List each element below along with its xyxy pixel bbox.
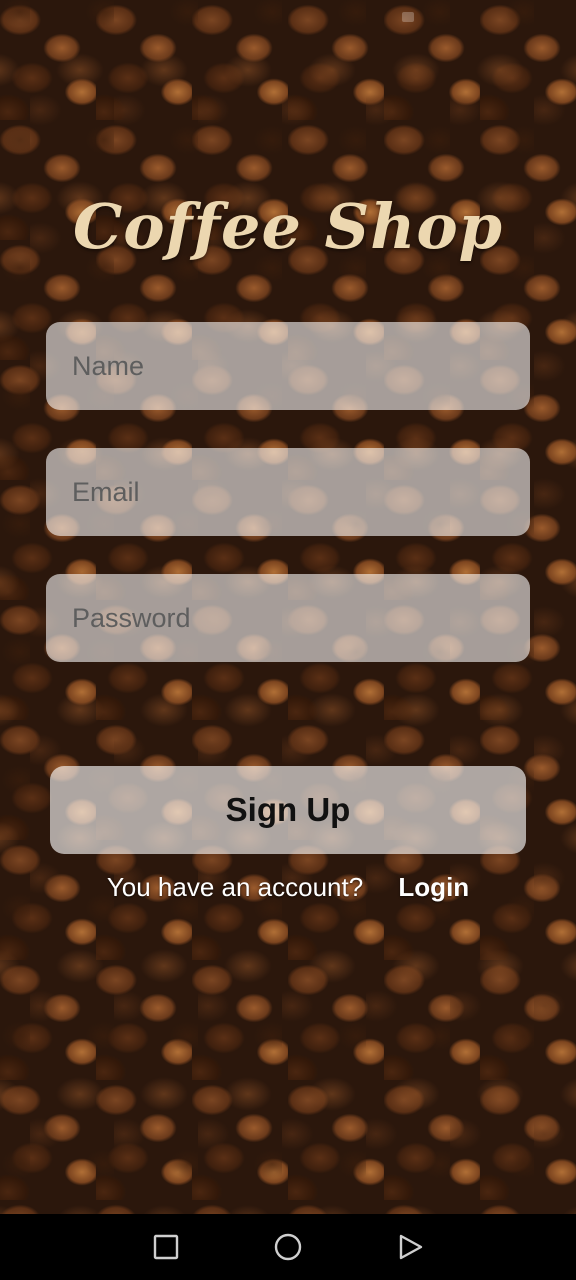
password-input[interactable] [46,574,530,662]
back-icon[interactable] [398,1234,424,1260]
name-input[interactable] [46,322,530,410]
home-icon[interactable] [274,1233,302,1261]
login-link[interactable]: Login [398,872,469,902]
login-question-text: You have an account? [106,872,364,902]
login-prompt: You have an account? Login [0,872,576,903]
system-navigation-bar [0,1214,576,1280]
recent-apps-icon[interactable] [153,1234,179,1260]
notification-icon [402,12,414,22]
email-input[interactable] [46,448,530,536]
signup-button[interactable]: Sign Up [50,766,526,854]
app-title: Coffee Shop [72,190,504,263]
